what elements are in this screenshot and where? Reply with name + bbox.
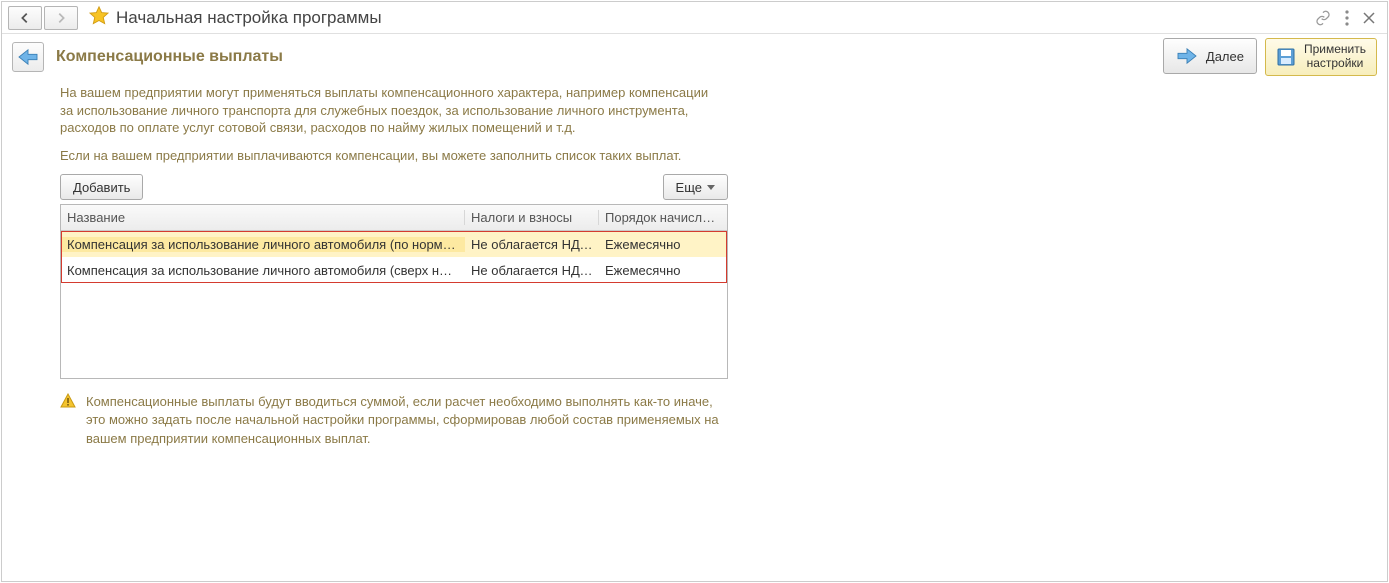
table-row[interactable]: Компенсация за использование личного авт… [61, 257, 727, 283]
cell-name: Компенсация за использование личного авт… [61, 263, 465, 278]
warning-text: Компенсационные выплаты будут вводиться … [86, 393, 728, 448]
col-header-name[interactable]: Название [61, 210, 465, 225]
warning-icon [60, 393, 76, 448]
toolbar-right: Далее Применить настройки [1163, 38, 1377, 76]
table-body: Компенсация за использование личного авт… [61, 231, 727, 283]
table-row[interactable]: Компенсация за использование личного авт… [61, 231, 727, 257]
window: Начальная настройка программы Компенсаци… [1, 1, 1388, 582]
toolbar: Компенсационные выплаты Далее Применить … [2, 34, 1387, 80]
wizard-back-button[interactable] [12, 42, 44, 72]
kebab-menu-icon[interactable] [1345, 10, 1349, 26]
add-button[interactable]: Добавить [60, 174, 143, 200]
apply-button-label: Применить настройки [1304, 43, 1366, 71]
close-icon[interactable] [1363, 12, 1375, 24]
page-title: Начальная настройка программы [116, 8, 382, 28]
link-icon[interactable] [1315, 10, 1331, 26]
chevron-down-icon [707, 185, 715, 190]
star-icon[interactable] [88, 5, 110, 30]
arrow-left-icon [18, 11, 32, 25]
table-toolbar: Добавить Еще [60, 174, 728, 200]
intro-paragraph-1: На вашем предприятии могут применяться в… [60, 84, 722, 137]
titlebar-controls [1315, 10, 1381, 26]
apply-settings-button[interactable]: Применить настройки [1265, 38, 1377, 76]
cell-tax: Не облагается НДФ… [465, 263, 599, 278]
cell-tax: Не облагается НДФ… [465, 237, 599, 252]
intro-paragraph-2: Если на вашем предприятии выплачиваются … [60, 147, 722, 165]
save-icon [1276, 47, 1296, 67]
col-header-tax[interactable]: Налоги и взносы [465, 210, 599, 225]
cell-order: Ежемесячно [599, 237, 727, 252]
table-header-row: Название Налоги и взносы Порядок начисле… [61, 205, 727, 231]
compensation-table[interactable]: Название Налоги и взносы Порядок начисле… [60, 204, 728, 379]
next-button[interactable]: Далее [1163, 38, 1257, 74]
next-button-label: Далее [1206, 49, 1244, 64]
warning-block: Компенсационные выплаты будут вводиться … [60, 393, 728, 448]
arrow-right-icon [54, 11, 68, 25]
cell-name: Компенсация за использование личного авт… [61, 237, 465, 252]
cell-order: Ежемесячно [599, 263, 727, 278]
arrow-right-big-icon [1176, 47, 1198, 65]
content: На вашем предприятии могут применяться в… [2, 84, 732, 448]
titlebar: Начальная настройка программы [2, 2, 1387, 34]
nav-forward-button[interactable] [44, 6, 78, 30]
section-title: Компенсационные выплаты [56, 48, 283, 66]
more-button-label: Еще [676, 180, 702, 195]
arrow-left-big-icon [17, 48, 39, 66]
nav-back-button[interactable] [8, 6, 42, 30]
col-header-order[interactable]: Порядок начисле… [599, 210, 727, 225]
add-button-label: Добавить [73, 180, 130, 195]
more-button[interactable]: Еще [663, 174, 728, 200]
